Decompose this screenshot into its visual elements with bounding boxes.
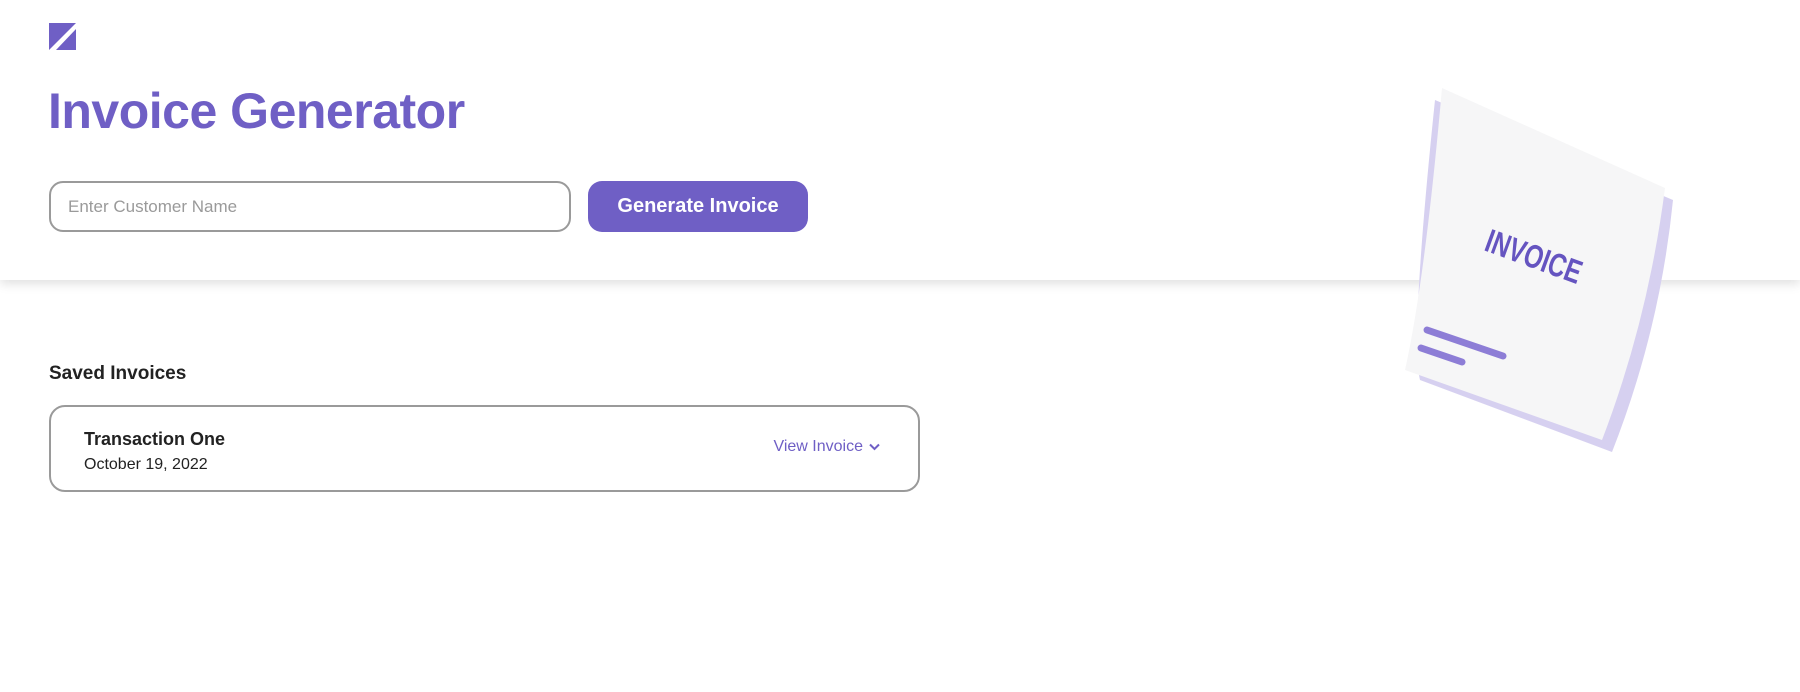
generate-invoice-button[interactable]: Generate Invoice bbox=[588, 181, 808, 232]
page-title: Invoice Generator bbox=[48, 83, 465, 139]
chevron-down-icon bbox=[869, 443, 880, 451]
customer-name-input[interactable] bbox=[49, 181, 571, 232]
view-invoice-label: View Invoice bbox=[773, 438, 863, 455]
view-invoice-link[interactable]: View Invoice bbox=[773, 438, 880, 456]
invoice-date: October 19, 2022 bbox=[84, 456, 208, 473]
invoice-illustration: INVOICE bbox=[1405, 88, 1673, 452]
saved-invoices-heading: Saved Invoices bbox=[49, 363, 187, 384]
logo-icon bbox=[49, 23, 76, 50]
invoice-name: Transaction One bbox=[84, 429, 226, 449]
saved-invoice-card: Transaction One October 19, 2022 View In… bbox=[49, 405, 920, 492]
